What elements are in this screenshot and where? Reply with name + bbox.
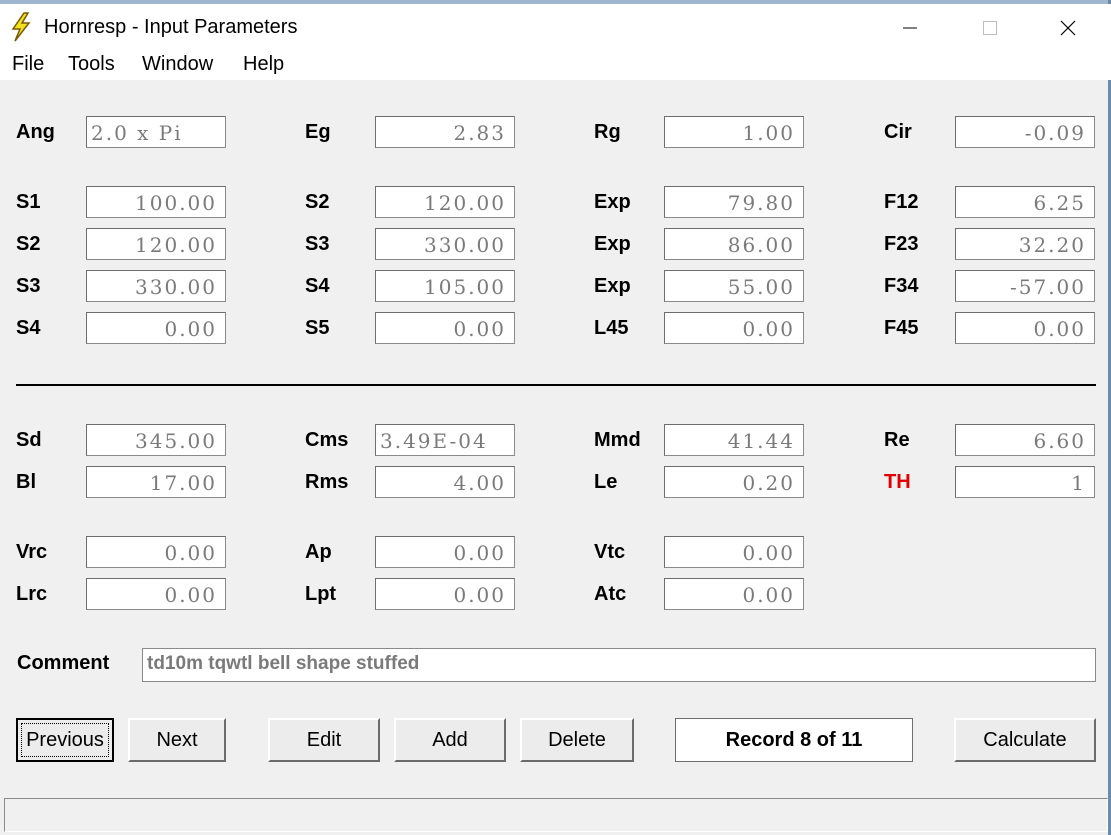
chamber-field[interactable]: 0.00 — [86, 536, 226, 568]
chamber-field[interactable]: 0.00 — [86, 578, 226, 610]
horn-label: L45 — [594, 317, 629, 339]
delete-button[interactable]: Delete — [520, 718, 634, 762]
horn-label: Exp — [594, 191, 631, 213]
horn-field[interactable]: 55.00 — [664, 270, 804, 302]
chamber-field[interactable]: 0.00 — [375, 578, 515, 610]
driver-field[interactable]: 41.44 — [664, 424, 804, 456]
horn-label: S4 — [305, 275, 330, 297]
menu-window[interactable]: Window — [142, 53, 213, 76]
chamber-label: Vtc — [594, 541, 626, 563]
driver-label: Le — [594, 471, 618, 493]
horn-field[interactable]: 32.20 — [955, 228, 1095, 260]
horn-field[interactable]: 100.00 — [86, 186, 226, 218]
horn-field[interactable]: 120.00 — [375, 186, 515, 218]
driver-label: Mmd — [594, 429, 641, 451]
ang-label: Ang — [16, 121, 55, 143]
title-bar: Hornresp - Input Parameters — [0, 4, 1111, 48]
driver-field[interactable]: 345.00 — [86, 424, 226, 456]
menu-file[interactable]: File — [12, 53, 44, 76]
horn-field[interactable]: -57.00 — [955, 270, 1095, 302]
edit-button[interactable]: Edit — [268, 718, 380, 762]
horn-field[interactable]: 105.00 — [375, 270, 515, 302]
next-button[interactable]: Next — [128, 718, 226, 762]
comment-field[interactable]: td10m tqwtl bell shape stuffed — [142, 648, 1096, 682]
driver-field[interactable]: 3.49E-04 — [375, 424, 515, 456]
th-label[interactable]: TH — [884, 470, 911, 494]
chamber-label: Lrc — [16, 583, 48, 605]
driver-field[interactable]: 0.20 — [664, 466, 804, 498]
section-divider — [16, 384, 1096, 386]
driver-label: Cms — [305, 429, 349, 451]
horn-label: S4 — [16, 317, 41, 339]
horn-field[interactable]: 330.00 — [86, 270, 226, 302]
cir-field[interactable]: -0.09 — [955, 116, 1095, 148]
horn-field[interactable]: 0.00 — [664, 312, 804, 344]
horn-label: F45 — [884, 317, 919, 339]
horn-label: F34 — [884, 275, 919, 297]
chamber-label: Lpt — [305, 583, 337, 605]
horn-field[interactable]: 79.80 — [664, 186, 804, 218]
driver-label: Sd — [16, 429, 42, 451]
horn-label: S1 — [16, 191, 41, 213]
menu-bar: File Tools Window Help — [0, 48, 1111, 80]
driver-label: Rms — [305, 471, 349, 493]
horn-label: S3 — [305, 233, 330, 255]
delete-button-label: Delete — [548, 729, 606, 751]
chamber-field[interactable]: 0.00 — [375, 536, 515, 568]
horn-label: Exp — [594, 275, 631, 297]
close-button[interactable] — [1038, 8, 1098, 48]
edit-button-label: Edit — [306, 729, 342, 751]
horn-label: Exp — [594, 233, 631, 255]
horn-field[interactable]: 120.00 — [86, 228, 226, 260]
calculate-button-label: Calculate — [983, 729, 1067, 751]
menu-tools[interactable]: Tools — [68, 53, 115, 76]
horn-field[interactable]: 330.00 — [375, 228, 515, 260]
horn-field[interactable]: 86.00 — [664, 228, 804, 260]
focus-ring — [21, 723, 109, 757]
eg-label: Eg — [305, 121, 331, 143]
ang-field[interactable]: 2.0 x Pi — [86, 116, 226, 148]
horn-label: S5 — [305, 317, 330, 339]
horn-label: S3 — [16, 275, 41, 297]
chamber-field[interactable]: 0.00 — [664, 536, 804, 568]
minimize-icon — [903, 27, 917, 29]
comment-label: Comment — [17, 652, 110, 674]
horn-field[interactable]: 0.00 — [955, 312, 1095, 344]
horn-label: F12 — [884, 191, 919, 213]
driver-field[interactable]: 17.00 — [86, 466, 226, 498]
driver-label: Re — [884, 429, 910, 451]
horn-label: S2 — [305, 191, 330, 213]
maximize-icon — [983, 21, 997, 35]
add-button[interactable]: Add — [394, 718, 506, 762]
horn-field[interactable]: 0.00 — [375, 312, 515, 344]
rg-field[interactable]: 1.00 — [664, 116, 804, 148]
close-icon — [1060, 20, 1076, 36]
chamber-label: Ap — [305, 541, 332, 563]
horn-field[interactable]: 0.00 — [86, 312, 226, 344]
maximize-button[interactable] — [960, 8, 1020, 48]
chamber-label: Vrc — [16, 541, 48, 563]
previous-button[interactable]: Previous — [16, 718, 114, 762]
record-indicator: Record 8 of 11 — [675, 718, 913, 762]
window-title: Hornresp - Input Parameters — [44, 16, 298, 38]
th-field[interactable]: 1 — [955, 466, 1095, 498]
next-button-label: Next — [156, 729, 198, 751]
lightning-icon — [11, 12, 31, 42]
horn-label: S2 — [16, 233, 41, 255]
menu-help[interactable]: Help — [243, 53, 284, 76]
chamber-label: Atc — [594, 583, 627, 605]
eg-field[interactable]: 2.83 — [375, 116, 515, 148]
driver-field[interactable]: 4.00 — [375, 466, 515, 498]
minimize-button[interactable] — [880, 8, 940, 48]
horn-field[interactable]: 6.25 — [955, 186, 1095, 218]
calculate-button[interactable]: Calculate — [954, 718, 1096, 762]
horn-label: F23 — [884, 233, 919, 255]
cir-label: Cir — [884, 121, 912, 143]
chamber-field[interactable]: 0.00 — [664, 578, 804, 610]
driver-label: Bl — [16, 471, 36, 493]
add-button-label: Add — [432, 729, 468, 751]
status-bar — [4, 798, 1108, 832]
rg-label: Rg — [594, 121, 621, 143]
driver-field[interactable]: 6.60 — [955, 424, 1095, 456]
